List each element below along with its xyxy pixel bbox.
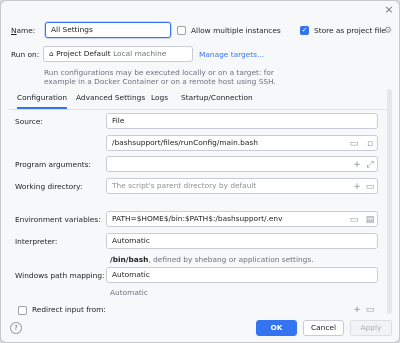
windows-path-mapping-label: Windows path mapping: — [15, 271, 105, 280]
run-configuration-dialog: × Name: All Settings Allow multiple inst… — [0, 0, 400, 343]
interpreter-label: Interpreter: — [15, 237, 58, 246]
cancel-button[interactable]: Cancel — [303, 320, 344, 336]
source-label: Source: — [15, 117, 43, 126]
tab-logs[interactable]: Logs — [151, 91, 168, 109]
environment-variables-input[interactable]: PATH=$HOME$/bin:$PATH$:/bashsupport/.env — [106, 211, 378, 227]
working-directory-label: Working directory: — [15, 182, 83, 191]
run-on-note-1: Run configurations may be executed local… — [44, 68, 274, 77]
folder-icon[interactable]: ▭ — [365, 182, 375, 192]
store-as-project-label: Store as project file — [314, 26, 386, 35]
windows-path-mapping-select[interactable]: Automatic — [106, 267, 378, 283]
run-on-select[interactable]: ⌂ Project Default Local machine — [43, 46, 193, 62]
close-icon[interactable]: × — [380, 3, 398, 17]
redirect-input-label: Redirect input from: — [32, 305, 106, 314]
allow-multiple-checkbox[interactable] — [177, 26, 186, 35]
interpreter-hint: /bin/bash, defined by shebang or applica… — [110, 255, 314, 264]
allow-multiple-label: Allow multiple instances — [191, 26, 281, 35]
add-icon[interactable]: + — [352, 160, 362, 170]
run-on-label: Run on: — [11, 50, 40, 59]
tab-advanced-settings[interactable]: Advanced Settings — [76, 91, 145, 109]
folder-icon[interactable]: ▭ — [365, 305, 375, 315]
run-on-note-2: example in a Docker Container or on a re… — [44, 77, 276, 86]
home-icon: ⌂ — [49, 49, 54, 58]
folder-icon[interactable]: ▭ — [349, 215, 359, 225]
source-file-input[interactable]: /bashsupport/files/runConfig/main.bash — [106, 135, 378, 151]
manage-targets-link[interactable]: Manage targets... — [199, 50, 264, 59]
edit-icon[interactable]: ▤ — [365, 215, 375, 225]
add-icon[interactable]: + — [352, 182, 362, 192]
folder-icon[interactable]: ▭ — [349, 139, 359, 149]
tabs-divider — [9, 109, 387, 110]
program-arguments-input[interactable] — [106, 156, 378, 172]
add-icon[interactable]: + — [352, 305, 362, 315]
tab-startup-connection[interactable]: Startup/Connection — [181, 91, 253, 109]
redirect-input-checkbox[interactable] — [18, 306, 27, 315]
store-as-project-checkbox[interactable]: ✓ — [300, 26, 309, 35]
ok-button[interactable]: OK — [256, 320, 297, 336]
name-input[interactable]: All Settings — [45, 22, 171, 38]
vertical-scrollbar[interactable] — [387, 89, 392, 314]
environment-variables-label: Environment variables: — [15, 215, 101, 224]
source-select[interactable]: File — [106, 113, 378, 129]
windows-path-mapping-hint: Automatic — [110, 288, 148, 297]
working-directory-input[interactable]: The script's parent directory by default — [106, 178, 378, 194]
help-button[interactable]: ? — [10, 322, 22, 334]
file-icon[interactable]: ▫ — [365, 139, 375, 149]
tab-configuration[interactable]: Configuration — [17, 91, 68, 109]
interpreter-select[interactable]: Automatic — [106, 233, 378, 249]
program-arguments-label: Program arguments: — [15, 160, 92, 169]
name-label: Name: — [11, 26, 36, 35]
expand-icon[interactable]: ⤢ — [365, 160, 375, 170]
gear-icon[interactable]: ⚙ — [383, 26, 393, 36]
apply-button[interactable]: Apply — [350, 320, 392, 336]
